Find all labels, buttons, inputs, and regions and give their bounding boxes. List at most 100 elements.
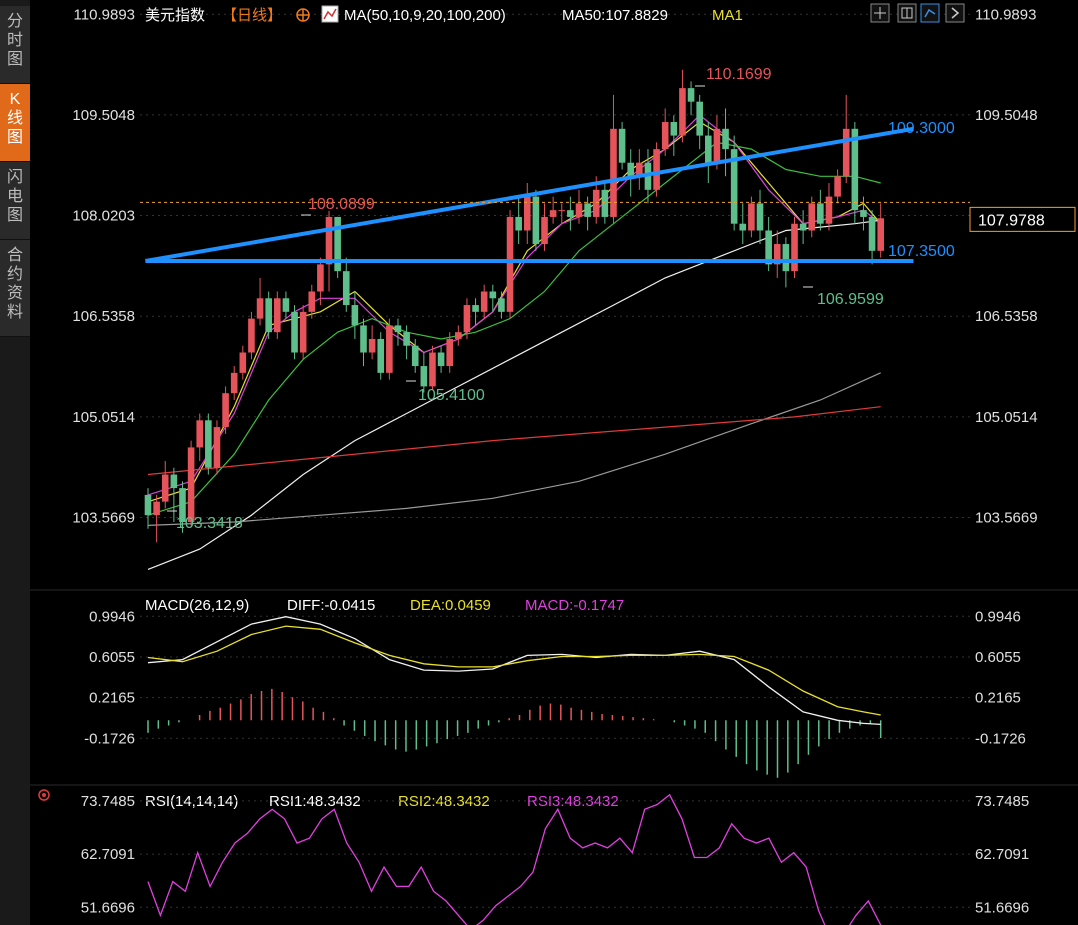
candle-body	[515, 216, 522, 231]
chart-mode-icon[interactable]	[920, 3, 940, 23]
grid-icon[interactable]	[897, 3, 917, 23]
candle-body	[342, 271, 350, 306]
candle-body	[748, 203, 755, 231]
candle-body	[842, 128, 850, 177]
price-axis-label-right: 110.9893	[975, 6, 1036, 23]
candle-body	[791, 223, 798, 272]
candle-body	[205, 420, 212, 468]
candle-body	[523, 196, 531, 231]
macd-dea-line	[147, 625, 881, 716]
candle-body	[860, 210, 867, 217]
macd-value-label: MACD:-0.1747	[525, 597, 624, 614]
candle-body	[299, 311, 307, 353]
candle-body	[817, 203, 824, 224]
candle-body	[308, 291, 316, 312]
exit-icon-box	[945, 3, 965, 23]
crosshair-icon[interactable]	[870, 3, 890, 23]
macd-axis-label-left: -0.1726	[84, 730, 135, 747]
candle-body	[670, 122, 678, 136]
candle-body	[661, 122, 669, 150]
candle-body	[558, 210, 566, 212]
candle-body	[713, 128, 721, 163]
candle-body	[222, 393, 229, 428]
candle-body	[472, 305, 479, 312]
candle-body	[877, 218, 884, 251]
price-annotation: 106.9599	[817, 291, 884, 308]
candle-body	[360, 325, 367, 353]
rsi-axis-label-right: 51.6696	[975, 899, 1029, 916]
rsi-axis-label-left: 73.7485	[81, 793, 135, 810]
candle-body	[187, 447, 195, 522]
candle-body	[627, 162, 635, 177]
candle-body	[584, 203, 591, 217]
candle-body	[161, 474, 169, 502]
price-annotation: 109.3000	[888, 120, 955, 137]
period-label: 【日线】	[222, 7, 282, 24]
candle-body	[532, 196, 540, 245]
rsi2-label: RSI2:48.3432	[398, 793, 490, 810]
rsi-settings-icon-dot	[42, 793, 46, 797]
candle-body	[291, 311, 298, 353]
candle-body	[601, 189, 609, 217]
candle-body	[463, 305, 471, 333]
candle-body	[368, 338, 376, 353]
candle-body	[722, 128, 729, 150]
last-price-label: 107.9788	[978, 212, 1045, 229]
candle-body	[317, 264, 324, 292]
macd-axis-label-right: 0.2165	[975, 690, 1021, 707]
candle-body	[868, 216, 876, 251]
candle-body	[705, 135, 712, 163]
candle-body	[230, 372, 238, 394]
price-axis-label-right: 105.0514	[975, 409, 1038, 426]
price-axis-label-left: 110.9893	[74, 6, 135, 23]
candle-body	[506, 216, 514, 312]
candle-body	[834, 176, 841, 197]
price-axis-label-left: 108.0203	[72, 208, 135, 225]
candle-body	[265, 298, 272, 333]
candle-body	[446, 338, 453, 367]
candle-body	[687, 88, 695, 102]
candle-body	[325, 216, 333, 265]
rsi-axis-label-right: 62.7091	[975, 846, 1029, 863]
price-axis-label-right: 109.5048	[975, 107, 1038, 124]
rsi-axis-label-left: 51.6696	[81, 899, 135, 916]
candle-body	[799, 223, 807, 231]
candle-body	[541, 216, 548, 245]
candle-body	[549, 210, 557, 217]
candle-body	[739, 223, 747, 231]
exit-icon[interactable]	[945, 3, 965, 23]
candle-body	[170, 474, 178, 489]
macd-diff-label: DIFF:-0.0415	[287, 597, 375, 614]
candle-body	[334, 216, 341, 272]
candle-body	[144, 494, 152, 516]
candle-body	[825, 196, 833, 224]
price-axis-label-left: 109.5048	[72, 107, 135, 124]
candle-body	[213, 427, 221, 468]
candle-body	[592, 189, 600, 217]
macd-axis-label-left: 0.9946	[89, 608, 135, 625]
rsi1-label: RSI1:48.3432	[269, 793, 361, 810]
price-axis-label-left: 103.5669	[72, 509, 135, 526]
ma1-label: MA1	[712, 7, 743, 24]
candle-body	[696, 101, 703, 136]
candle-body	[437, 352, 445, 367]
macd-label: MACD(26,12,9)	[145, 597, 249, 614]
candle-body	[567, 210, 574, 217]
price-annotation: 107.3500	[888, 243, 955, 260]
macd-axis-label-right: -0.1726	[975, 730, 1026, 747]
chart-mode-icon-box	[920, 3, 940, 23]
macd-dea-label: DEA:0.0459	[410, 597, 491, 614]
price-axis-label-right: 103.5669	[975, 509, 1038, 526]
candle-body	[377, 338, 385, 373]
chart-area[interactable]: 110.9893 110.9893 109.5048 109.5048 108.0203…	[0, 0, 1078, 925]
candle-body	[429, 352, 436, 387]
candle-body	[411, 345, 419, 367]
rsi-axis-label-right: 73.7485	[975, 793, 1029, 810]
macd-axis-label-left: 0.6055	[89, 649, 135, 666]
candle-body	[196, 420, 204, 448]
rsi-label: RSI(14,14,14)	[145, 793, 238, 810]
candle-body	[386, 325, 393, 373]
candle-body	[782, 244, 790, 272]
candle-body	[394, 325, 402, 333]
candle-body	[274, 298, 281, 333]
